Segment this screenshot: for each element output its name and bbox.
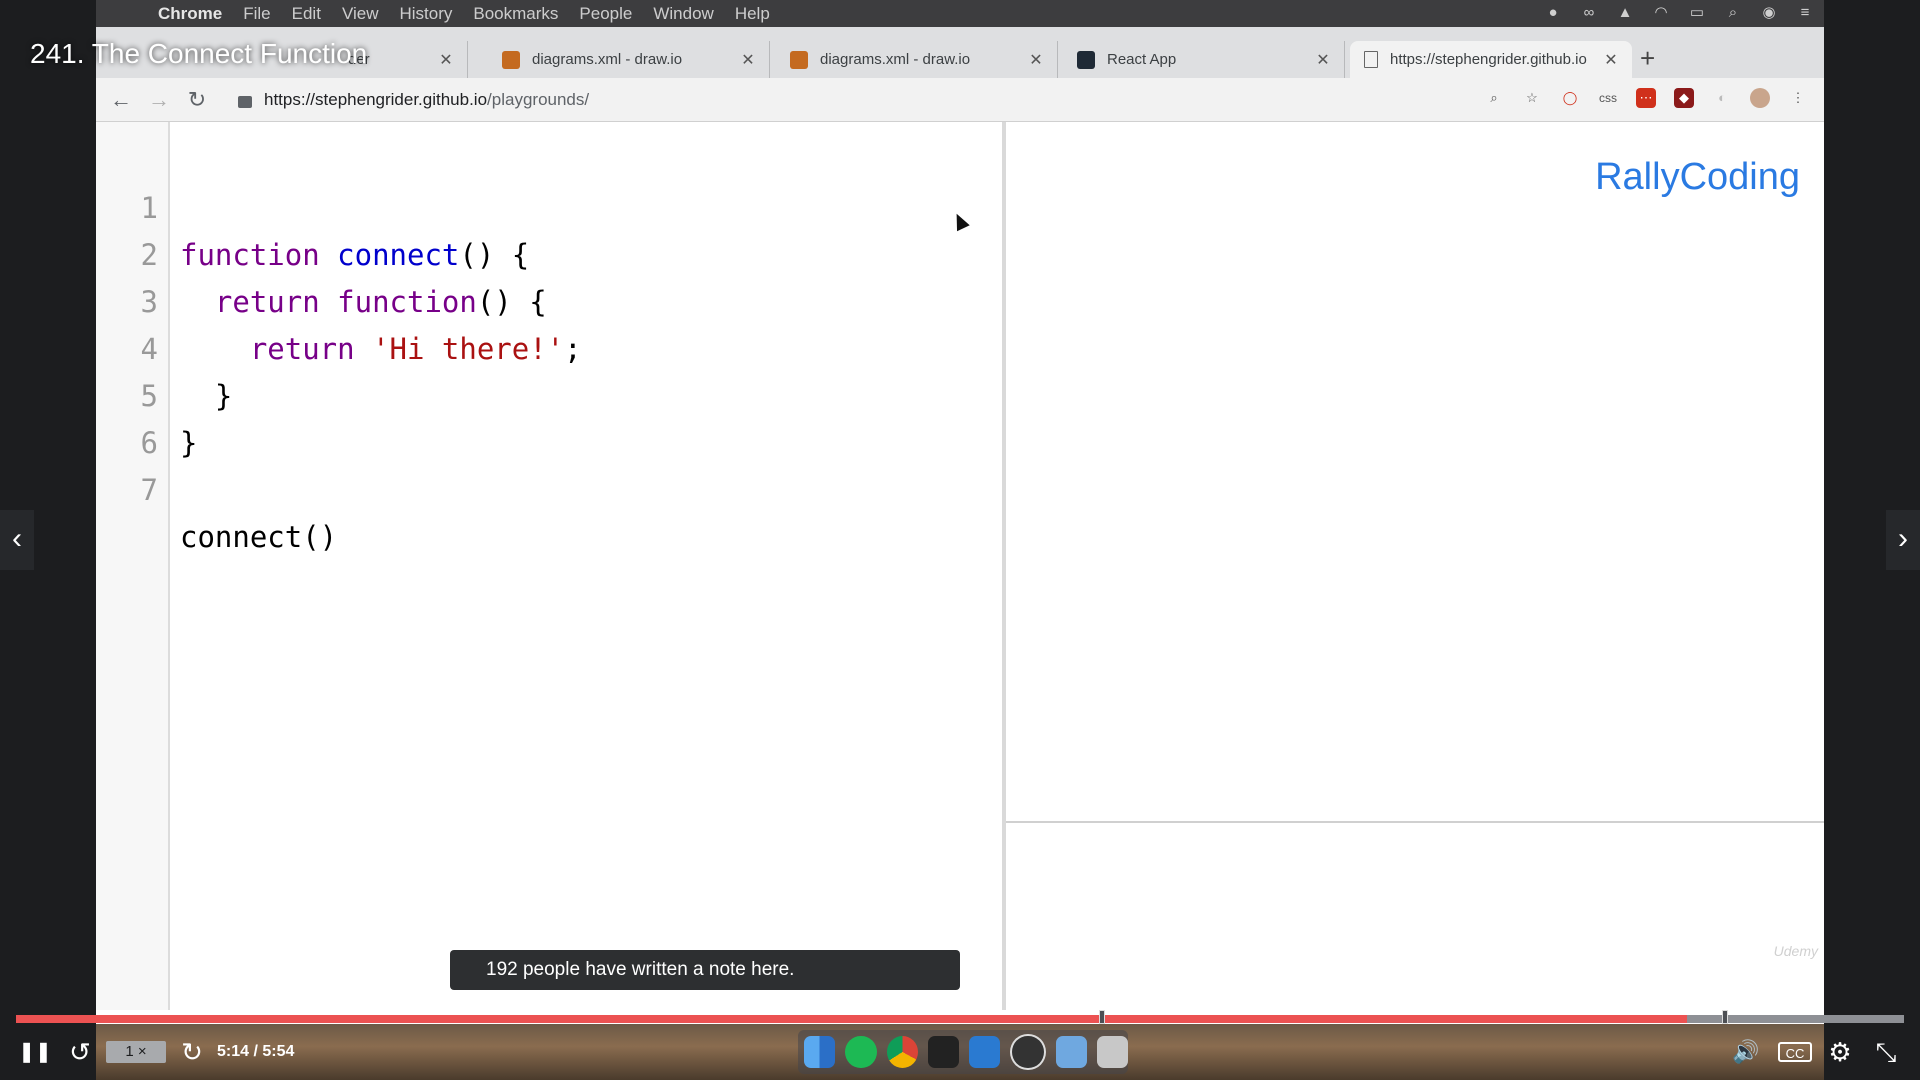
player-controls: ❚❚ ↺ 1 × ↻ 5:14 / 5:54 🔊 CC ⚙ ⤡ (0, 1032, 1920, 1072)
user-account-icon[interactable]: ◉ (1760, 4, 1778, 22)
code-line: 5 } (96, 326, 996, 460)
bookmark-star-icon[interactable]: ☆ (1522, 88, 1542, 108)
menu-people[interactable]: People (579, 4, 632, 24)
notification-center-icon[interactable]: ≡ (1796, 4, 1814, 22)
css-extension-icon[interactable]: css (1598, 88, 1618, 108)
new-tab-icon[interactable]: + (1640, 43, 1655, 74)
menu-window[interactable]: Window (653, 4, 713, 24)
menu-edit[interactable]: Edit (292, 4, 321, 24)
reload-icon[interactable]: ↻ (178, 87, 216, 113)
menubar-status-icons: ● ∞ ▲ ◠ ▭ ⌕ ◉ ≡ (1544, 4, 1814, 22)
toolbar-actions: ⌕ ☆ ◯ css ⋯ ◆ ◐ ⋮ (1484, 88, 1808, 108)
menu-help[interactable]: Help (735, 4, 770, 24)
extension-icon[interactable]: ◐ (1712, 88, 1732, 108)
tab-close-icon[interactable]: ✕ (1312, 50, 1334, 70)
lock-icon[interactable] (238, 95, 252, 108)
next-lecture-chevron-icon[interactable]: › (1886, 510, 1920, 570)
status-app-icon[interactable]: ● (1544, 4, 1562, 22)
url-path: /playgrounds/ (487, 89, 590, 109)
spotlight-search-icon[interactable]: ⌕ (1724, 4, 1742, 22)
time-display: 5:14 / 5:54 (217, 1043, 295, 1060)
browser-tab[interactable]: diagrams.xml - draw.io ✕ (776, 41, 1058, 78)
bookmark-marker[interactable] (1721, 1010, 1728, 1024)
tab-close-icon[interactable]: ✕ (1600, 50, 1622, 70)
react-favicon-icon (1077, 50, 1095, 69)
code-line: 3 return 'Hi there!'; (96, 232, 996, 366)
back-arrow-icon[interactable]: ← (102, 87, 140, 113)
tab-close-icon[interactable]: ✕ (737, 50, 759, 70)
code-text: connect() (180, 520, 338, 554)
address-bar[interactable]: https://stephengrider.github.io/playgrou… (226, 84, 1556, 115)
browser-tab[interactable]: React App ✕ (1063, 41, 1345, 78)
code-line: 7 connect() (96, 420, 996, 554)
opera-extension-icon[interactable]: ◯ (1560, 88, 1580, 108)
lecture-title: 241. The Connect Function (30, 38, 368, 69)
brand-logo: RallyCoding (1595, 156, 1800, 198)
playback-speed-button[interactable]: 1 × (106, 1041, 166, 1063)
tab-title: diagrams.xml - draw.io (820, 51, 971, 68)
captions-icon[interactable]: CC (1778, 1042, 1812, 1062)
udemy-watermark: Udemy (1773, 943, 1818, 959)
menu-app-name[interactable]: Chrome (158, 4, 222, 24)
previous-lecture-chevron-icon[interactable]: ‹ (0, 510, 34, 570)
tab-title: diagrams.xml - draw.io (532, 51, 683, 68)
wifi-icon[interactable]: ◠ (1652, 4, 1670, 22)
code-line: 4 } (96, 279, 996, 413)
code-line: 2 return function() { (96, 185, 996, 319)
browser-tab-active[interactable]: https://stephengrider.github.io ✕ (1350, 41, 1632, 78)
code-editor[interactable]: 1 function connect() { 2 return function… (96, 122, 1006, 1010)
document-favicon-icon (1364, 51, 1378, 68)
bookmark-marker[interactable] (1098, 1010, 1105, 1024)
menu-bookmarks[interactable]: Bookmarks (473, 4, 558, 24)
line-number: 7 (140, 473, 158, 507)
url-host: https://stephengrider.github.io (264, 89, 488, 109)
tab-close-icon[interactable]: ✕ (1025, 50, 1047, 70)
glasses-icon[interactable]: ∞ (1580, 4, 1598, 22)
tab-title: React App (1107, 51, 1177, 68)
pause-icon[interactable]: ❚❚ (18, 1032, 52, 1072)
code-line: 6 (96, 373, 996, 460)
console-pane: Udemy (1006, 823, 1824, 1013)
tab-title: https://stephengrider.github.io (1390, 51, 1587, 68)
drawio-favicon-icon (502, 50, 520, 69)
ublock-extension-icon[interactable]: ◆ (1674, 88, 1694, 108)
battery-icon[interactable]: ▭ (1688, 4, 1706, 22)
drawio-favicon-icon (790, 50, 808, 69)
video-progress-fill (16, 1015, 1687, 1023)
note-toast: 192 people have written a note here. (450, 950, 960, 990)
volume-icon[interactable]: 🔊 (1728, 1032, 1764, 1072)
exit-fullscreen-icon[interactable]: ⤡ (1868, 1032, 1904, 1072)
code-line: 1 function connect() { (96, 138, 996, 272)
tab-close-icon[interactable]: ✕ (435, 50, 457, 70)
lastpass-extension-icon[interactable]: ⋯ (1636, 88, 1656, 108)
rewind-icon[interactable]: ↺ (62, 1032, 98, 1072)
zoom-icon[interactable]: ⌕ (1484, 88, 1504, 108)
chrome-menu-icon[interactable]: ⋮ (1788, 88, 1808, 108)
menu-file[interactable]: File (243, 4, 270, 24)
mac-menubar: Chrome File Edit View History Bookmarks … (96, 0, 1824, 27)
recorded-screen: Chrome File Edit View History Bookmarks … (96, 0, 1824, 1080)
settings-gear-icon[interactable]: ⚙ (1822, 1032, 1858, 1072)
docker-icon[interactable]: ▲ (1616, 4, 1634, 22)
menu-history[interactable]: History (399, 4, 452, 24)
preview-pane: RallyCoding (1006, 122, 1824, 822)
forward-arrow-icon[interactable]: → (140, 87, 178, 113)
video-progress-bar[interactable] (16, 1010, 1904, 1024)
browser-tab[interactable]: diagrams.xml - draw.io ✕ (488, 41, 770, 78)
profile-avatar[interactable] (1750, 88, 1770, 108)
forward-icon[interactable]: ↻ (174, 1032, 210, 1072)
browser-toolbar: ← → ↻ https://stephengrider.github.io/pl… (96, 78, 1824, 122)
menu-view[interactable]: View (342, 4, 379, 24)
